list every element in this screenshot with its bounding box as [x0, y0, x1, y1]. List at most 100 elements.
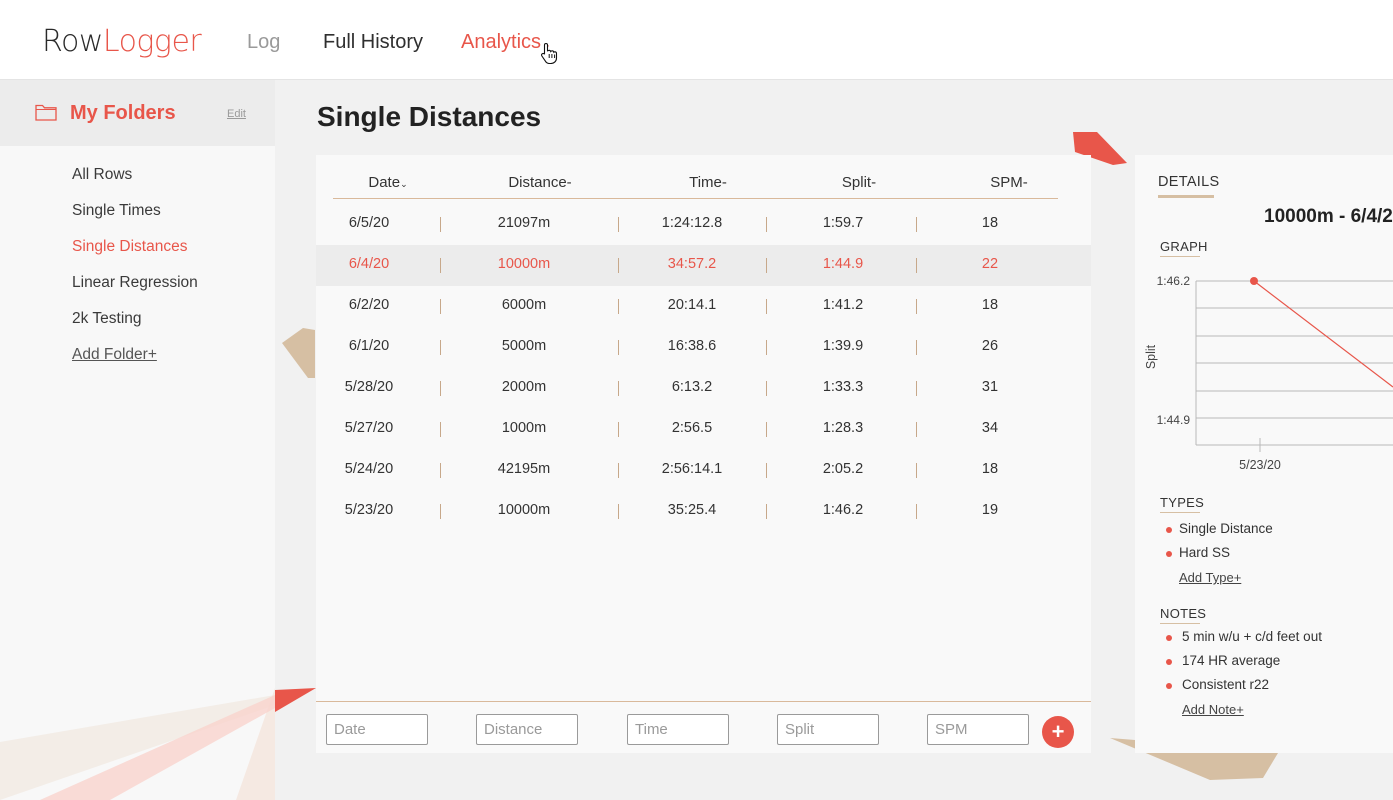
column-divider — [916, 504, 917, 519]
distance-input[interactable] — [476, 714, 578, 745]
column-divider — [618, 217, 619, 232]
folder-icon — [35, 104, 57, 121]
add-type-link[interactable]: Add Type+ — [1179, 570, 1241, 585]
nav-full-history[interactable]: Full History — [323, 31, 423, 54]
column-divider — [440, 217, 441, 232]
column-header-time[interactable]: Time- — [638, 174, 778, 191]
top-nav-bar: RowLogger Log Full History Analytics⌄ — [0, 0, 1393, 80]
note-label: 5 min w/u + c/d feet out — [1182, 629, 1322, 644]
column-divider — [766, 299, 767, 314]
cell-spm: 31 — [981, 379, 999, 395]
table-row[interactable]: 5/28/20 2000m 6:13.2 1:33.3 31 — [316, 368, 1091, 409]
column-divider — [766, 217, 767, 232]
column-divider — [618, 340, 619, 355]
graph-series-line — [1253, 280, 1393, 388]
edit-folders-link[interactable]: Edit — [227, 108, 246, 120]
table-row[interactable]: 6/2/20 6000m 20:14.1 1:41.2 18 — [316, 286, 1091, 327]
cell-distance: 21097m — [497, 215, 551, 231]
sidebar-item-single-distances[interactable]: Single Distances — [72, 238, 198, 274]
table-row[interactable]: 5/24/20 42195m 2:56:14.1 2:05.2 18 — [316, 450, 1091, 491]
cell-distance: 42195m — [497, 461, 551, 477]
table-row[interactable]: 5/23/20 10000m 35:25.4 1:46.2 19 — [316, 491, 1091, 532]
column-header-spm[interactable]: SPM- — [939, 174, 1079, 191]
y-tick-label-bottom: 1:44.9 — [1157, 413, 1191, 427]
cell-date: 6/2/20 — [348, 297, 390, 313]
sidebar-item-2k-testing[interactable]: 2k Testing — [72, 310, 198, 346]
notes-label: NOTES — [1160, 606, 1207, 621]
graph-label: GRAPH — [1160, 239, 1208, 254]
table-row[interactable]: 6/4/20 10000m 34:57.2 1:44.9 22 — [316, 245, 1091, 286]
bullet-dot — [1166, 659, 1172, 665]
column-divider — [916, 217, 917, 232]
sidebar-item-linear-regression[interactable]: Linear Regression — [72, 274, 198, 310]
column-divider — [440, 422, 441, 437]
table-header: Date⌄ Distance- Time- Split- SPM- — [333, 171, 1058, 199]
table-row[interactable]: 6/1/20 5000m 16:38.6 1:39.9 26 — [316, 327, 1091, 368]
cell-spm: 22 — [981, 256, 999, 272]
column-header-date[interactable]: Date⌄ — [318, 174, 458, 191]
cell-distance: 10000m — [497, 502, 551, 518]
graph-label-underline — [1160, 256, 1200, 257]
type-label: Single Distance — [1179, 521, 1273, 536]
column-divider — [766, 504, 767, 519]
rows-table-panel: Date⌄ Distance- Time- Split- SPM- 6/5/20… — [316, 155, 1091, 753]
split-input[interactable] — [777, 714, 879, 745]
note-item: 174 HR average — [1166, 653, 1322, 677]
column-header-date-label: Date — [368, 174, 401, 191]
details-title: DETAILS — [1158, 174, 1220, 190]
nav-analytics[interactable]: Analytics⌄ — [461, 31, 551, 54]
x-tick-label: 5/23/20 — [1239, 458, 1281, 472]
column-divider — [440, 463, 441, 478]
cell-time: 6:13.2 — [671, 379, 713, 395]
folders-header: My Folders Edit — [0, 80, 275, 146]
type-item: Single Distance — [1166, 521, 1273, 545]
cell-spm: 18 — [981, 215, 999, 231]
cell-split: 1:41.2 — [822, 297, 864, 313]
column-divider — [618, 422, 619, 437]
cell-split: 2:05.2 — [822, 461, 864, 477]
cell-time: 16:38.6 — [667, 338, 717, 354]
cell-date: 6/4/20 — [348, 256, 390, 272]
cell-time: 1:24:12.8 — [661, 215, 723, 231]
add-note-link[interactable]: Add Note+ — [1182, 702, 1244, 717]
page-title: Single Distances — [317, 101, 542, 132]
add-folder-link[interactable]: Add Folder+ — [72, 346, 198, 382]
cell-time: 34:57.2 — [667, 256, 717, 272]
app-logo[interactable]: RowLogger — [42, 24, 202, 59]
spm-input[interactable] — [927, 714, 1029, 745]
details-heading: 10000m - 6/4/20 — [1264, 206, 1393, 227]
table-row[interactable]: 5/27/20 1000m 2:56.5 1:28.3 34 — [316, 409, 1091, 450]
cell-date: 5/27/20 — [344, 420, 394, 436]
cell-time: 20:14.1 — [667, 297, 717, 313]
notes-list: 5 min w/u + c/d feet out 174 HR average … — [1166, 629, 1322, 701]
cell-date: 6/1/20 — [348, 338, 390, 354]
cell-spm: 18 — [981, 297, 999, 313]
table-row[interactable]: 6/5/20 21097m 1:24:12.8 1:59.7 18 — [316, 204, 1091, 245]
date-input[interactable] — [326, 714, 428, 745]
cell-time: 2:56:14.1 — [661, 461, 723, 477]
nav-log[interactable]: Log — [247, 31, 280, 54]
folder-list: All Rows Single Times Single Distances L… — [72, 166, 198, 382]
column-divider — [916, 299, 917, 314]
bullet-dot — [1166, 527, 1172, 533]
logo-row: Row — [42, 24, 103, 59]
nav-analytics-label: Analytics — [461, 31, 542, 53]
split-graph: 1:46.2 1:44.9 5/23/20 Split — [1144, 274, 1393, 472]
type-item: Hard SS — [1166, 545, 1273, 569]
cell-distance: 10000m — [497, 256, 551, 272]
cell-split: 1:28.3 — [822, 420, 864, 436]
column-header-split[interactable]: Split- — [789, 174, 929, 191]
column-divider — [618, 258, 619, 273]
column-divider — [916, 258, 917, 273]
sidebar-item-single-times[interactable]: Single Times — [72, 202, 198, 238]
column-divider — [766, 340, 767, 355]
column-divider — [618, 299, 619, 314]
cell-spm: 34 — [981, 420, 999, 436]
column-divider — [766, 258, 767, 273]
column-divider — [916, 381, 917, 396]
column-header-distance[interactable]: Distance- — [470, 174, 610, 191]
cell-distance: 2000m — [501, 379, 547, 395]
add-row-button[interactable]: + — [1042, 716, 1074, 748]
sidebar-item-all-rows[interactable]: All Rows — [72, 166, 198, 202]
time-input[interactable] — [627, 714, 729, 745]
